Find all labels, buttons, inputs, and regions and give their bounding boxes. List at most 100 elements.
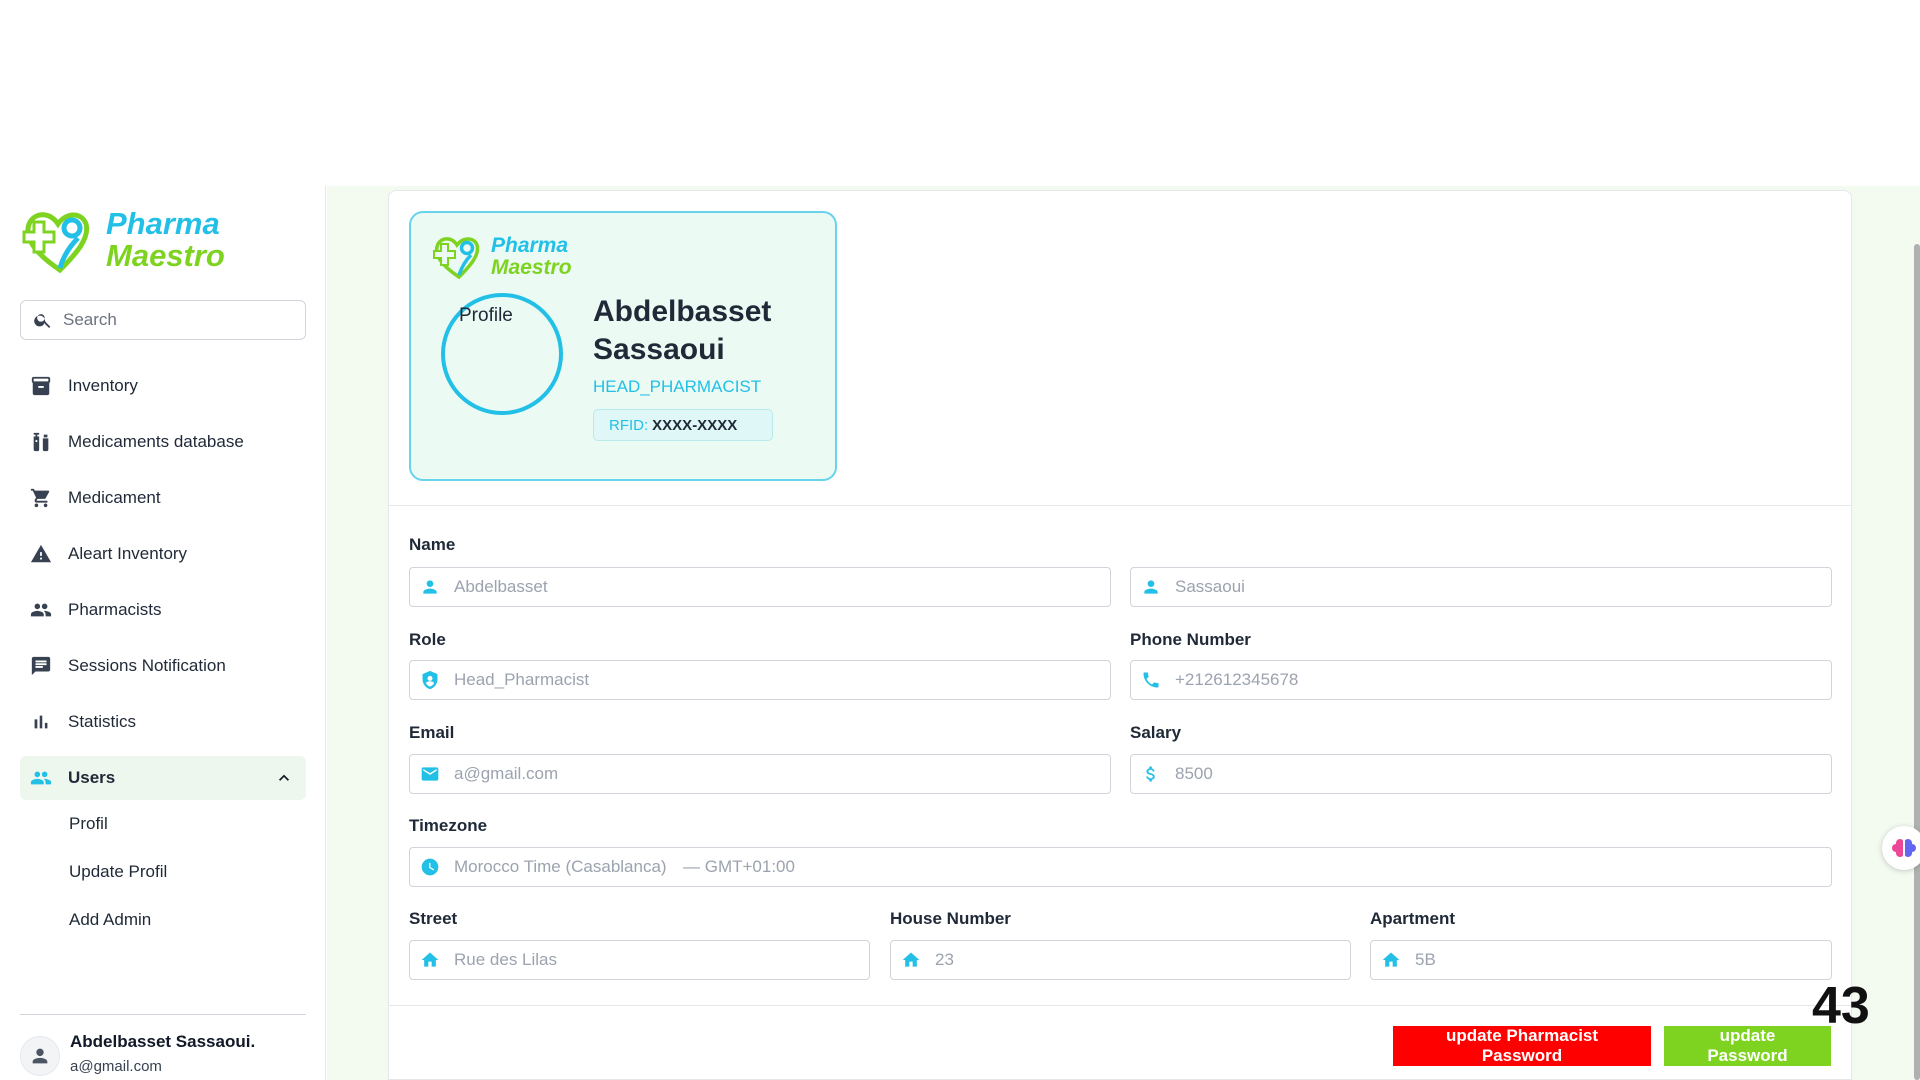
house-number-label: House Number <box>890 909 1011 928</box>
people-icon <box>30 603 52 617</box>
svg-text:Pharma: Pharma <box>106 206 220 241</box>
sidebar-subitem-label: Add Admin <box>69 910 152 929</box>
first-name-input[interactable] <box>454 577 1075 597</box>
person-icon <box>1144 580 1158 594</box>
search-icon <box>34 314 51 328</box>
profile-image-alt: Profile <box>459 305 513 326</box>
sidebar-subitem-label: Profil <box>69 814 108 833</box>
dollar-icon <box>1146 766 1155 782</box>
sidebar-subitem-add-admin[interactable]: Add Admin <box>20 896 306 944</box>
timezone-offset: — GMT+01:00 <box>683 857 795 876</box>
rfid-label: RFID: <box>609 416 649 434</box>
profile-role: HEAD_PHARMACIST <box>593 377 762 396</box>
first-name-field[interactable] <box>409 567 1111 607</box>
archive-icon <box>31 376 51 396</box>
update-pharmacist-password-button[interactable]: update Pharmacist Password <box>1393 1026 1651 1066</box>
profile-card: Pharma Maestro Profile Abdelbasset Sassa… <box>409 211 837 481</box>
salary-field[interactable] <box>1130 754 1832 794</box>
assistant-floating-button[interactable] <box>1882 826 1920 870</box>
search-box[interactable] <box>20 300 306 340</box>
street-label: Street <box>409 909 458 928</box>
sidebar-item-aleart-inventory[interactable]: Aleart Inventory <box>20 526 306 582</box>
person-icon <box>423 580 437 594</box>
pharma-maestro-logo: Pharma Maestro <box>22 206 225 274</box>
brain-icon <box>1892 839 1916 857</box>
sidebar-item-medicament[interactable]: Medicament <box>20 470 306 526</box>
apartment-input[interactable] <box>1415 950 1820 970</box>
home-icon <box>902 952 920 967</box>
sidebar-user-footer[interactable]: Abdelbasset Sassaoui. a@gmail.com <box>20 1028 320 1080</box>
bar-chart-icon <box>34 715 48 729</box>
phone-input[interactable] <box>1175 670 1796 690</box>
sidebar-item-label: Medicaments database <box>68 432 244 451</box>
sidebar-item-users[interactable]: Users <box>20 756 306 800</box>
last-name-input[interactable] <box>1175 577 1796 597</box>
admin-shield-icon <box>422 670 438 690</box>
page-number: 43 <box>1812 977 1870 1035</box>
cart-icon <box>30 488 50 508</box>
apartment-label: Apartment <box>1370 909 1456 928</box>
phone-field[interactable] <box>1130 660 1832 700</box>
house-number-input[interactable] <box>935 950 1340 970</box>
phone-icon <box>1143 672 1159 688</box>
search-input[interactable] <box>63 310 283 330</box>
email-field[interactable] <box>409 754 1111 794</box>
profile-panel: Pharma Maestro Profile Abdelbasset Sassa… <box>388 190 1852 1080</box>
name-label: Name <box>409 535 456 554</box>
svg-text:Pharma: Pharma <box>491 234 568 257</box>
svg-text:Maestro: Maestro <box>491 256 572 279</box>
email-input[interactable] <box>454 764 1075 784</box>
panel-divider <box>389 505 1851 506</box>
blank-top-area <box>0 0 1920 186</box>
email-label: Email <box>409 723 455 742</box>
sidebar-subitem-profil[interactable]: Profil <box>20 800 306 848</box>
sidebar-subitem-update-profil[interactable]: Update Profil <box>20 848 306 896</box>
update-password-button[interactable]: update Password <box>1664 1026 1831 1066</box>
role-field[interactable] <box>409 660 1111 700</box>
salary-input[interactable] <box>1175 764 1796 784</box>
timezone-field[interactable]: — GMT+01:00 <box>409 847 1832 887</box>
role-label: Role <box>409 630 446 649</box>
sidebar-item-pharmacists[interactable]: Pharmacists <box>20 582 306 638</box>
home-icon <box>1382 952 1400 967</box>
scrollbar-thumb[interactable] <box>1914 244 1920 1080</box>
house-number-field[interactable] <box>890 940 1351 980</box>
role-input[interactable] <box>454 670 1075 690</box>
sidebar-item-label: Users <box>68 768 116 787</box>
sidebar-item-label: Medicament <box>68 488 161 507</box>
people-icon <box>30 771 52 785</box>
person-icon <box>32 1048 48 1064</box>
chevron-up-icon[interactable] <box>274 768 294 788</box>
user-name: Abdelbasset Sassaoui. <box>70 1032 256 1051</box>
profile-name: Abdelbasset Sassaoui <box>593 295 772 366</box>
apartment-field[interactable] <box>1370 940 1832 980</box>
home-icon <box>421 952 439 967</box>
last-name-field[interactable] <box>1130 567 1832 607</box>
sidebar-divider <box>20 1014 306 1015</box>
pharma-maestro-logo: Pharma Maestro <box>433 234 572 280</box>
timezone-input[interactable] <box>454 857 675 877</box>
warning-icon <box>30 544 52 563</box>
user-email: a@gmail.com <box>70 1058 162 1075</box>
sidebar-subitem-label: Update Profil <box>69 862 168 881</box>
sidebar-item-label: Aleart Inventory <box>68 544 188 563</box>
sidebar-item-label: Statistics <box>68 712 137 731</box>
sidebar-item-inventory[interactable]: Inventory <box>20 358 306 414</box>
sidebar-item-medicaments-database[interactable]: Medicaments database <box>20 414 306 470</box>
sidebar-item-statistics[interactable]: Statistics <box>20 694 306 750</box>
timezone-label: Timezone <box>409 816 488 835</box>
rfid-value: XXXX-XXXX <box>652 416 738 434</box>
phone-label: Phone Number <box>1130 630 1251 649</box>
street-field[interactable] <box>409 940 870 980</box>
sidebar: Pharma Maestro Inventory Medicaments dat… <box>0 186 326 1080</box>
sidebar-nav: Inventory Medicaments database Medicamen… <box>20 358 306 944</box>
sidebar-item-label: Sessions Notification <box>68 656 226 675</box>
sidebar-item-sessions-notification[interactable]: Sessions Notification <box>20 638 306 694</box>
medicine-icon <box>33 432 49 452</box>
street-input[interactable] <box>454 950 859 970</box>
sidebar-item-label: Pharmacists <box>68 600 162 619</box>
svg-text:Maestro: Maestro <box>106 238 225 273</box>
profile-image: Profile <box>441 293 563 415</box>
salary-label: Salary <box>1130 723 1182 742</box>
mail-icon <box>421 767 439 781</box>
